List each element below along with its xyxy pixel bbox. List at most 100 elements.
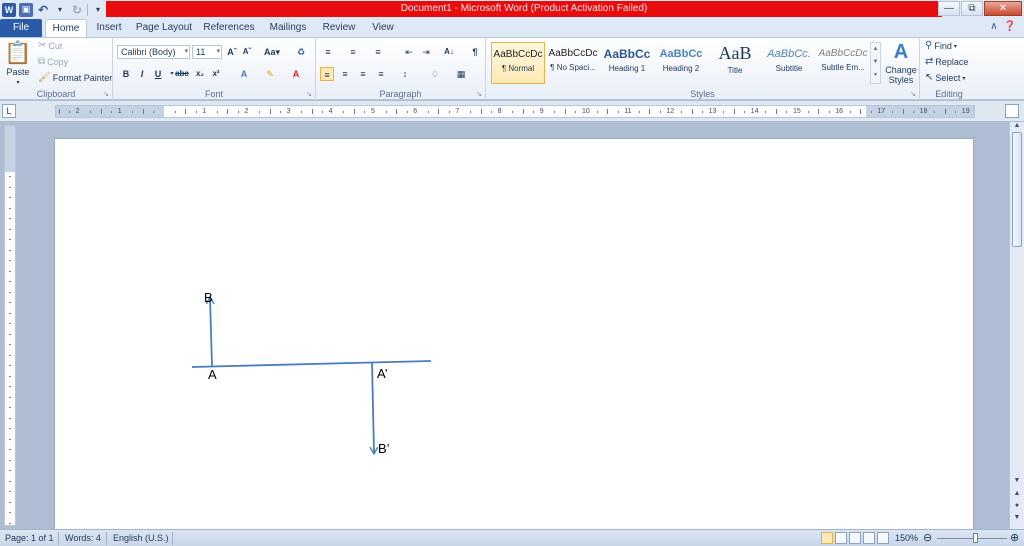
scroll-up-icon[interactable]: ▲ bbox=[1012, 122, 1022, 129]
decrease-indent-icon[interactable]: ⇤ bbox=[402, 45, 416, 59]
tab-page-layout[interactable]: Page Layout bbox=[134, 19, 194, 37]
customize-qat-icon[interactable]: ▾ bbox=[91, 3, 105, 17]
minimize-ribbon-icon[interactable]: ∧ bbox=[990, 21, 997, 32]
find-button[interactable]: ⚲ Find ▾ bbox=[925, 41, 957, 52]
subscript-icon[interactable]: x₂ bbox=[193, 67, 207, 81]
vertical-ruler[interactable] bbox=[4, 125, 16, 526]
tab-view[interactable]: View bbox=[366, 19, 400, 37]
zoom-slider-thumb[interactable] bbox=[973, 533, 978, 543]
horizontal-ruler[interactable]: 2 1 1 2 3 4 5 6 7 8 9 10 11 12 13 14 15 16 17 18 19 bbox=[55, 105, 975, 118]
page-count[interactable]: Page: 1 of 1 bbox=[5, 533, 54, 543]
word-app-icon[interactable]: W bbox=[2, 2, 16, 17]
restore-button[interactable]: ⧉ bbox=[961, 1, 983, 16]
align-center-icon[interactable]: ≡ bbox=[338, 67, 352, 81]
justify-icon[interactable]: ≡ bbox=[374, 67, 388, 81]
print-layout-view-icon[interactable] bbox=[821, 532, 833, 544]
vertical-scrollbar[interactable]: ▲ ▼ ▲ ● ▼ bbox=[1009, 122, 1024, 529]
borders-icon[interactable]: ▦ bbox=[454, 67, 468, 81]
close-button[interactable]: ✕ bbox=[984, 1, 1022, 16]
tab-mailings[interactable]: Mailings bbox=[264, 19, 312, 37]
style-heading-1[interactable]: AaBbCc Heading 1 bbox=[600, 42, 654, 84]
bold-icon[interactable]: B bbox=[119, 67, 133, 81]
style-title[interactable]: AaB Title bbox=[708, 42, 762, 84]
align-left-icon[interactable]: ≡ bbox=[320, 67, 334, 81]
shrink-font-icon[interactable]: Aˇ bbox=[240, 45, 254, 59]
undo-dropdown-icon[interactable]: ▾ bbox=[53, 3, 67, 17]
font-size-box[interactable]: 11 ▾ bbox=[192, 45, 222, 59]
style-subtitle[interactable]: AaBbCc. Subtitle bbox=[762, 42, 816, 84]
strikethrough-icon[interactable]: abc bbox=[175, 67, 189, 81]
label-a[interactable]: A bbox=[208, 367, 217, 382]
change-case-icon[interactable]: Aa▾ bbox=[263, 45, 281, 59]
styles-gallery-scroll[interactable]: ▲ ▼ ▾ bbox=[870, 42, 881, 84]
tab-review[interactable]: Review bbox=[318, 19, 360, 37]
scroll-down-icon[interactable]: ▼ bbox=[1012, 477, 1022, 484]
clear-formatting-icon[interactable]: ♻ bbox=[294, 45, 308, 59]
bullets-icon[interactable]: ≡ bbox=[321, 45, 335, 59]
underline-icon[interactable]: U bbox=[151, 67, 165, 81]
dialog-launcher-icon[interactable]: ↘ bbox=[306, 90, 312, 98]
tab-home[interactable]: Home bbox=[45, 19, 87, 37]
draft-view-icon[interactable] bbox=[877, 532, 889, 544]
line-spacing-icon[interactable]: ↕ bbox=[398, 67, 412, 81]
dialog-launcher-icon[interactable]: ↘ bbox=[103, 90, 109, 98]
view-ruler-icon[interactable] bbox=[1005, 104, 1019, 118]
tab-selector[interactable]: L bbox=[2, 104, 16, 118]
multilevel-list-icon[interactable]: ≡ bbox=[371, 45, 385, 59]
paste-button[interactable]: 📋 Paste ▾ bbox=[4, 41, 32, 87]
zoom-slider[interactable] bbox=[937, 538, 1007, 539]
font-color-icon[interactable]: A bbox=[289, 67, 303, 81]
scrollbar-thumb[interactable] bbox=[1012, 132, 1022, 247]
web-layout-icon[interactable] bbox=[849, 532, 861, 544]
language[interactable]: English (U.S.) bbox=[113, 533, 169, 543]
replace-button[interactable]: ⇄ Replace bbox=[925, 57, 968, 68]
zoom-in-icon[interactable]: ⊕ bbox=[1010, 531, 1019, 544]
zoom-out-icon[interactable]: ⊖ bbox=[923, 531, 932, 544]
next-page-icon[interactable]: ▼ bbox=[1012, 514, 1022, 521]
style-no-spacing[interactable]: AaBbCcDc ¶ No Spaci... bbox=[546, 42, 600, 84]
style-subtle-emphasis[interactable]: AaBbCcDc Subtle Em... bbox=[816, 42, 870, 84]
shading-icon[interactable]: ♢ bbox=[428, 67, 442, 81]
redo-icon[interactable]: ↻ bbox=[70, 3, 84, 17]
dialog-launcher-icon[interactable]: ↘ bbox=[910, 90, 916, 98]
undo-icon[interactable]: ↶ bbox=[36, 3, 50, 17]
italic-icon[interactable]: I bbox=[135, 67, 149, 81]
document-page[interactable]: B A A’ B’ bbox=[55, 139, 973, 531]
label-b[interactable]: B bbox=[204, 290, 213, 305]
tab-references[interactable]: References bbox=[200, 19, 258, 37]
zoom-level[interactable]: 150% bbox=[895, 533, 918, 543]
help-icon[interactable]: ❓ bbox=[1004, 21, 1016, 32]
dialog-launcher-icon[interactable]: ↘ bbox=[476, 90, 482, 98]
browse-object-icon[interactable]: ● bbox=[1012, 502, 1022, 509]
format-painter-button[interactable]: 🖌 Format Painter bbox=[38, 73, 112, 84]
copy-button[interactable]: ⧉ Copy bbox=[38, 57, 68, 68]
highlight-color-icon[interactable]: ✎ bbox=[263, 67, 277, 81]
font-name-box[interactable]: Calibri (Body) ▾ bbox=[117, 45, 190, 59]
arrow-a-prime-b-prime[interactable] bbox=[372, 361, 374, 453]
style-normal[interactable]: AaBbCcDc ¶ Normal bbox=[491, 42, 545, 84]
word-count[interactable]: Words: 4 bbox=[65, 533, 101, 543]
increase-indent-icon[interactable]: ⇥ bbox=[419, 45, 433, 59]
cut-button[interactable]: ✂ Cut bbox=[38, 41, 62, 52]
text-effects-icon[interactable]: A bbox=[237, 67, 251, 81]
align-right-icon[interactable]: ≡ bbox=[356, 67, 370, 81]
horizontal-line[interactable] bbox=[191, 360, 432, 368]
tab-insert[interactable]: Insert bbox=[90, 19, 128, 37]
tab-file[interactable]: File bbox=[0, 19, 42, 37]
previous-page-icon[interactable]: ▲ bbox=[1012, 490, 1022, 497]
style-heading-2[interactable]: AaBbCc Heading 2 bbox=[654, 42, 708, 84]
show-formatting-marks-icon[interactable]: ¶ bbox=[468, 45, 482, 59]
grow-font-icon[interactable]: Aˆ bbox=[225, 45, 239, 59]
arrow-ab[interactable] bbox=[210, 298, 212, 367]
numbering-icon[interactable]: ≡ bbox=[346, 45, 360, 59]
sort-icon[interactable]: A↓ bbox=[442, 45, 456, 59]
label-a-prime[interactable]: A’ bbox=[377, 366, 388, 381]
minimize-button[interactable]: — bbox=[938, 1, 960, 16]
select-button[interactable]: ↖ Select ▾ bbox=[925, 73, 965, 84]
change-styles-button[interactable]: A Change Styles bbox=[884, 41, 918, 85]
full-screen-reading-icon[interactable] bbox=[835, 532, 847, 544]
outline-view-icon[interactable] bbox=[863, 532, 875, 544]
save-icon[interactable]: ▣ bbox=[19, 2, 33, 17]
label-b-prime[interactable]: B’ bbox=[378, 441, 390, 456]
superscript-icon[interactable]: x² bbox=[209, 67, 223, 81]
